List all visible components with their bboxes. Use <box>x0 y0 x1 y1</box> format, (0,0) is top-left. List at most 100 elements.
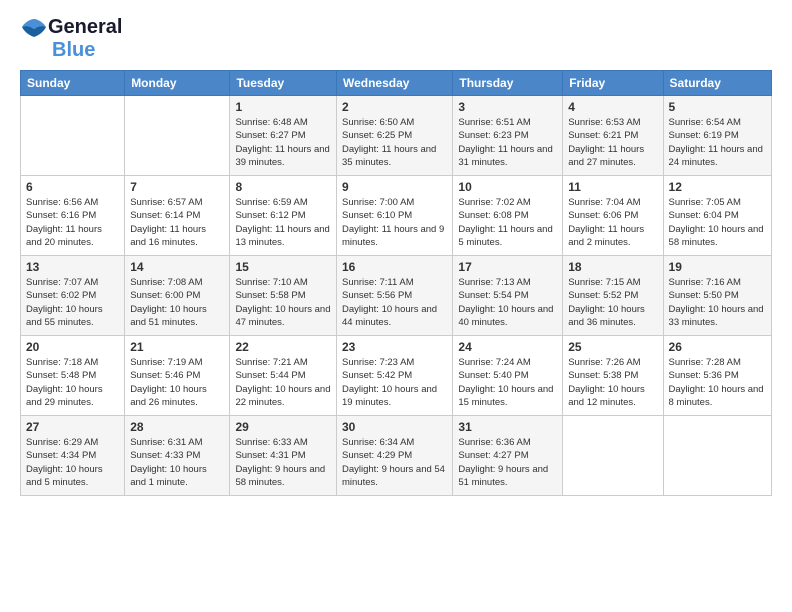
day-number: 20 <box>26 340 119 354</box>
day-info: Sunrise: 7:19 AM Sunset: 5:46 PM Dayligh… <box>130 356 224 409</box>
day-info: Sunrise: 7:08 AM Sunset: 6:00 PM Dayligh… <box>130 276 224 329</box>
week-row-1: 1 Sunrise: 6:48 AM Sunset: 6:27 PM Daylig… <box>21 96 772 176</box>
day-info: Sunrise: 6:48 AM Sunset: 6:27 PM Dayligh… <box>235 116 331 169</box>
logo-blue-text: Blue <box>52 39 95 62</box>
day-cell: 15 Sunrise: 7:10 AM Sunset: 5:58 PM Dayli… <box>230 256 337 336</box>
header-cell-wednesday: Wednesday <box>336 71 452 96</box>
day-number: 6 <box>26 180 119 194</box>
day-info: Sunrise: 7:15 AM Sunset: 5:52 PM Dayligh… <box>568 276 657 329</box>
header: GeneralBlue <box>20 16 772 62</box>
day-cell: 7 Sunrise: 6:57 AM Sunset: 6:14 PM Daylig… <box>125 176 230 256</box>
day-number: 27 <box>26 420 119 434</box>
day-info: Sunrise: 6:51 AM Sunset: 6:23 PM Dayligh… <box>458 116 557 169</box>
day-info: Sunrise: 6:36 AM Sunset: 4:27 PM Dayligh… <box>458 436 557 489</box>
day-info: Sunrise: 7:28 AM Sunset: 5:36 PM Dayligh… <box>669 356 766 409</box>
day-number: 15 <box>235 260 331 274</box>
day-number: 30 <box>342 420 447 434</box>
day-cell: 30 Sunrise: 6:34 AM Sunset: 4:29 PM Dayli… <box>336 416 452 496</box>
header-cell-tuesday: Tuesday <box>230 71 337 96</box>
day-number: 22 <box>235 340 331 354</box>
day-cell: 24 Sunrise: 7:24 AM Sunset: 5:40 PM Dayli… <box>453 336 563 416</box>
day-cell: 2Sunrise: 6:50 AM Sunset: 6:25 PM Daylig… <box>336 96 452 176</box>
day-info: Sunrise: 7:23 AM Sunset: 5:42 PM Dayligh… <box>342 356 447 409</box>
day-cell: 6 Sunrise: 6:56 AM Sunset: 6:16 PM Daylig… <box>21 176 125 256</box>
day-number: 8 <box>235 180 331 194</box>
day-cell: 3 Sunrise: 6:51 AM Sunset: 6:23 PM Daylig… <box>453 96 563 176</box>
day-number: 3 <box>458 100 557 114</box>
day-info: Sunrise: 7:24 AM Sunset: 5:40 PM Dayligh… <box>458 356 557 409</box>
day-cell: 25Sunrise: 7:26 AM Sunset: 5:38 PM Dayli… <box>563 336 663 416</box>
week-row-3: 13 Sunrise: 7:07 AM Sunset: 6:02 PM Dayli… <box>21 256 772 336</box>
day-info: Sunrise: 6:29 AM Sunset: 4:34 PM Dayligh… <box>26 436 119 489</box>
logo: GeneralBlue <box>20 16 122 62</box>
day-info: Sunrise: 7:16 AM Sunset: 5:50 PM Dayligh… <box>669 276 766 329</box>
day-info: Sunrise: 7:26 AM Sunset: 5:38 PM Dayligh… <box>568 356 657 409</box>
day-cell: 4 Sunrise: 6:53 AM Sunset: 6:21 PM Daylig… <box>563 96 663 176</box>
day-cell <box>563 416 663 496</box>
day-info: Sunrise: 6:56 AM Sunset: 6:16 PM Dayligh… <box>26 196 119 249</box>
day-cell: 17 Sunrise: 7:13 AM Sunset: 5:54 PM Dayli… <box>453 256 563 336</box>
day-info: Sunrise: 7:04 AM Sunset: 6:06 PM Dayligh… <box>568 196 657 249</box>
day-number: 24 <box>458 340 557 354</box>
day-info: Sunrise: 7:10 AM Sunset: 5:58 PM Dayligh… <box>235 276 331 329</box>
header-row: SundayMondayTuesdayWednesdayThursdayFrid… <box>21 71 772 96</box>
day-number: 11 <box>568 180 657 194</box>
day-number: 18 <box>568 260 657 274</box>
day-number: 17 <box>458 260 557 274</box>
day-number: 7 <box>130 180 224 194</box>
day-cell: 31 Sunrise: 6:36 AM Sunset: 4:27 PM Dayli… <box>453 416 563 496</box>
day-number: 21 <box>130 340 224 354</box>
day-info: Sunrise: 6:59 AM Sunset: 6:12 PM Dayligh… <box>235 196 331 249</box>
day-info: Sunrise: 6:34 AM Sunset: 4:29 PM Dayligh… <box>342 436 447 489</box>
header-cell-saturday: Saturday <box>663 71 771 96</box>
day-cell <box>21 96 125 176</box>
day-number: 1 <box>235 100 331 114</box>
day-number: 19 <box>669 260 766 274</box>
day-cell: 11 Sunrise: 7:04 AM Sunset: 6:06 PM Dayli… <box>563 176 663 256</box>
page: GeneralBlue SundayMondayTuesdayWednesday… <box>0 0 792 516</box>
day-number: 31 <box>458 420 557 434</box>
day-number: 29 <box>235 420 331 434</box>
day-cell: 22 Sunrise: 7:21 AM Sunset: 5:44 PM Dayli… <box>230 336 337 416</box>
day-number: 16 <box>342 260 447 274</box>
day-number: 13 <box>26 260 119 274</box>
day-info: Sunrise: 7:05 AM Sunset: 6:04 PM Dayligh… <box>669 196 766 249</box>
header-cell-sunday: Sunday <box>21 71 125 96</box>
day-info: Sunrise: 7:02 AM Sunset: 6:08 PM Dayligh… <box>458 196 557 249</box>
day-info: Sunrise: 6:57 AM Sunset: 6:14 PM Dayligh… <box>130 196 224 249</box>
day-cell: 5Sunrise: 6:54 AM Sunset: 6:19 PM Daylig… <box>663 96 771 176</box>
day-info: Sunrise: 7:21 AM Sunset: 5:44 PM Dayligh… <box>235 356 331 409</box>
week-row-5: 27 Sunrise: 6:29 AM Sunset: 4:34 PM Dayli… <box>21 416 772 496</box>
day-info: Sunrise: 7:00 AM Sunset: 6:10 PM Dayligh… <box>342 196 447 249</box>
logo-bird-icon <box>20 17 48 39</box>
day-cell: 14 Sunrise: 7:08 AM Sunset: 6:00 PM Dayli… <box>125 256 230 336</box>
day-number: 4 <box>568 100 657 114</box>
header-cell-monday: Monday <box>125 71 230 96</box>
day-info: Sunrise: 6:33 AM Sunset: 4:31 PM Dayligh… <box>235 436 331 489</box>
day-cell: 19 Sunrise: 7:16 AM Sunset: 5:50 PM Dayli… <box>663 256 771 336</box>
day-number: 23 <box>342 340 447 354</box>
day-number: 14 <box>130 260 224 274</box>
day-info: Sunrise: 6:31 AM Sunset: 4:33 PM Dayligh… <box>130 436 224 489</box>
logo-line1: General <box>20 16 122 39</box>
day-number: 28 <box>130 420 224 434</box>
day-cell: 9Sunrise: 7:00 AM Sunset: 6:10 PM Daylig… <box>336 176 452 256</box>
header-cell-thursday: Thursday <box>453 71 563 96</box>
day-info: Sunrise: 7:11 AM Sunset: 5:56 PM Dayligh… <box>342 276 447 329</box>
day-number: 2 <box>342 100 447 114</box>
day-info: Sunrise: 7:18 AM Sunset: 5:48 PM Dayligh… <box>26 356 119 409</box>
logo-general-text: General <box>48 16 122 39</box>
day-cell: 12 Sunrise: 7:05 AM Sunset: 6:04 PM Dayli… <box>663 176 771 256</box>
day-cell: 18 Sunrise: 7:15 AM Sunset: 5:52 PM Dayli… <box>563 256 663 336</box>
day-cell: 16 Sunrise: 7:11 AM Sunset: 5:56 PM Dayli… <box>336 256 452 336</box>
day-info: Sunrise: 7:07 AM Sunset: 6:02 PM Dayligh… <box>26 276 119 329</box>
day-info: Sunrise: 6:53 AM Sunset: 6:21 PM Dayligh… <box>568 116 657 169</box>
day-info: Sunrise: 7:13 AM Sunset: 5:54 PM Dayligh… <box>458 276 557 329</box>
day-number: 12 <box>669 180 766 194</box>
day-cell: 8 Sunrise: 6:59 AM Sunset: 6:12 PM Daylig… <box>230 176 337 256</box>
header-cell-friday: Friday <box>563 71 663 96</box>
week-row-2: 6 Sunrise: 6:56 AM Sunset: 6:16 PM Daylig… <box>21 176 772 256</box>
day-cell: 26Sunrise: 7:28 AM Sunset: 5:36 PM Dayli… <box>663 336 771 416</box>
week-row-4: 20 Sunrise: 7:18 AM Sunset: 5:48 PM Dayli… <box>21 336 772 416</box>
calendar-table: SundayMondayTuesdayWednesdayThursdayFrid… <box>20 70 772 496</box>
